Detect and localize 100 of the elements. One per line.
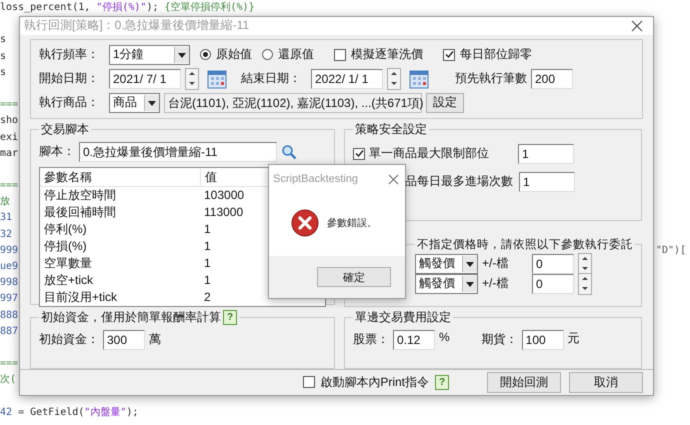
unit-label: % <box>439 330 450 344</box>
settings-button[interactable]: 設定 <box>426 92 464 113</box>
code-text: = GetField( <box>17 406 84 420</box>
close-icon[interactable] <box>388 174 399 184</box>
preload-count-field[interactable]: 200 <box>531 68 573 89</box>
code-text: 次( <box>0 373 16 388</box>
code-text: ue9 <box>0 260 18 274</box>
checkbox[interactable] <box>353 148 365 160</box>
help-icon[interactable]: ? <box>435 374 449 390</box>
field-label: 股票： <box>353 331 389 348</box>
capital-field[interactable]: 300 <box>103 330 145 350</box>
code-text: s <box>0 66 6 80</box>
code-text: exi <box>0 130 18 144</box>
checkmark-icon <box>444 50 454 60</box>
radio-option[interactable]: 還原值 <box>262 46 314 64</box>
table-cell-text: 目前沒用+tick <box>43 288 118 306</box>
product-list-field: 台泥(1101), 亞泥(1102), 嘉泥(1103), ...(共671項) <box>164 92 422 113</box>
ok-button[interactable]: 確定 <box>317 267 391 287</box>
table-cell-text: 103000 <box>203 186 244 204</box>
code-text: s <box>0 50 6 64</box>
code-text: ); <box>126 406 138 420</box>
field-label: 單一商品最大限制部位 <box>369 145 490 162</box>
code-text: 42 <box>0 406 12 420</box>
field-label: +/-檔 <box>482 255 510 272</box>
caret-icon <box>466 262 474 267</box>
code-text: 放 <box>0 195 10 210</box>
error-message: 參數錯誤。 <box>327 216 377 230</box>
table-cell-text: 放空+tick <box>43 272 94 289</box>
table-cell-text: 1 <box>203 272 211 289</box>
table-cell-text: 113000 <box>203 204 244 221</box>
code-text: ); <box>146 1 160 15</box>
radio-option[interactable]: 原始值 <box>200 46 252 64</box>
script-field[interactable]: 0.急拉爆量後價增量縮-11 <box>79 142 277 162</box>
spin-buttons[interactable] <box>578 272 592 295</box>
field-label: 執行商品： <box>39 94 100 112</box>
code-text: sho <box>0 114 18 128</box>
table-cell-text: 停止放空時間 <box>43 186 117 204</box>
help-icon[interactable]: ? <box>223 310 237 325</box>
group-title: 單邊交易費用設定 <box>354 308 452 326</box>
price-dropdown[interactable]: 觸發價 <box>415 274 478 294</box>
dialog-button[interactable]: 開始回測 <box>487 372 561 393</box>
field-label: 執行頻率： <box>39 46 100 64</box>
checkbox-option[interactable]: 模擬逐筆洗價 <box>334 46 423 64</box>
field-label: 結束日期： <box>241 70 302 88</box>
error-icon <box>291 208 319 236</box>
unit-label: 元 <box>568 330 580 347</box>
limit-field[interactable]: 1 <box>519 172 575 192</box>
table-cell-text: 空單數量 <box>43 254 93 272</box>
spin-buttons[interactable] <box>387 68 401 90</box>
caret-icon <box>178 52 186 58</box>
table-cell-text: 1 <box>203 220 211 238</box>
date-field[interactable]: 2021/ 7/ 1 <box>109 68 181 89</box>
price-dropdown[interactable]: 觸發價 <box>415 254 478 274</box>
unit-label: 萬 <box>149 331 161 348</box>
calendar-icon[interactable] <box>409 68 429 89</box>
code-text: 32 <box>0 228 12 242</box>
dialog-button[interactable]: 取消 <box>569 372 643 393</box>
table-cell-text: 1 <box>203 238 211 255</box>
field-label: 腳本： <box>39 143 75 160</box>
field-label: 初始資金： <box>39 331 99 348</box>
code-text: loss_percent(1, <box>0 1 92 15</box>
table-cell-text: 最後回補時間 <box>43 204 117 221</box>
table-cell-text: 2 <box>203 288 211 306</box>
field-label: +/-檔 <box>482 275 510 292</box>
calendar-icon[interactable] <box>207 68 227 89</box>
code-text: 998 <box>0 276 18 290</box>
code-text: {空單停損停利(%)} <box>164 0 255 15</box>
group-title: 不指定價格時，請依照以下參數執行委託 <box>416 237 634 252</box>
date-field[interactable]: 2022/ 1/ 1 <box>311 68 383 89</box>
code-text: 887 <box>0 324 18 339</box>
checkbox-option[interactable]: 每日部位歸零 <box>443 46 532 64</box>
group-title: 交易腳本 <box>40 120 90 138</box>
group-title: 初始資金，僅用於簡單報酬率計算 <box>41 308 221 326</box>
frequency-dropdown[interactable]: 1分鐘 <box>109 44 190 65</box>
stock-fee-field[interactable]: 0.12 <box>393 330 435 350</box>
code-text: s <box>0 33 6 48</box>
code-text: "內盤量" <box>84 406 126 420</box>
product-type-dropdown[interactable]: 商品 <box>109 92 160 113</box>
code-text: mar <box>0 146 18 161</box>
column-header[interactable]: 參數名稱 <box>40 168 201 186</box>
close-icon[interactable] <box>631 20 643 32</box>
caret-icon <box>148 100 156 106</box>
field-label: 開始日期： <box>39 70 100 88</box>
caret-icon <box>466 282 474 287</box>
code-text: === <box>0 357 18 372</box>
spin-buttons[interactable] <box>578 252 592 275</box>
spin-buttons[interactable] <box>185 68 199 90</box>
group-title: 策略安全設定 <box>354 120 428 138</box>
tick-field[interactable]: 0 <box>532 274 574 294</box>
tick-field[interactable]: 0 <box>532 254 574 274</box>
checkbox-option[interactable]: 啟動腳本內Print指令 <box>303 374 429 391</box>
field-label: 期貨： <box>482 331 518 348</box>
futures-fee-field[interactable]: 100 <box>522 330 564 350</box>
window-title: 執行回測[策略]：0.急拉爆量後價增量縮-11 <box>24 17 250 34</box>
code-text: 888 <box>0 308 18 323</box>
code-text: "D")[ <box>656 244 688 258</box>
search-icon[interactable] <box>281 144 297 160</box>
limit-field[interactable]: 1 <box>518 144 574 164</box>
checkmark-icon <box>354 149 364 158</box>
code-text: 31 <box>0 211 12 226</box>
